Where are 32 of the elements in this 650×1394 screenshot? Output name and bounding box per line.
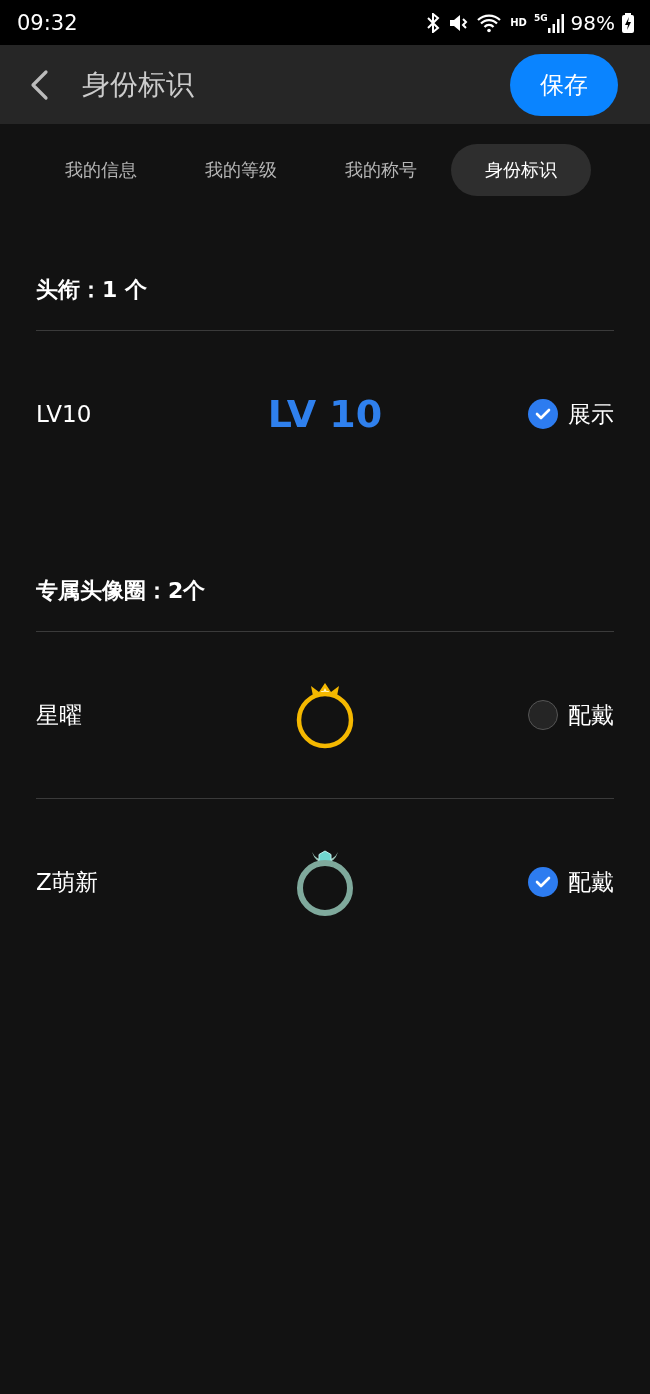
section-title: 头衔： [36,276,102,304]
tab[interactable]: 身份标识 [451,144,591,196]
section-count: 2个 [168,577,206,605]
option-label: 展示 [568,399,614,429]
item-name: 星曜 [36,700,82,730]
level-text: LV 10 [267,392,383,436]
tab[interactable]: 我的称号 [311,144,451,196]
option-label: 配戴 [568,867,614,897]
battery-charging-icon [622,12,634,33]
wear-option[interactable]: 展示 [528,398,614,430]
network-type: 5G [533,12,548,23]
wear-option[interactable]: 配戴 [528,699,614,731]
section-count: 1 个 [102,276,147,304]
save-button[interactable]: 保存 [510,53,618,116]
item-name: LV10 [36,401,92,427]
network-label: HD [510,17,527,28]
tab[interactable]: 我的信息 [31,144,171,196]
signal-icon [547,12,564,33]
section-title: 专属头像圈： [36,577,168,605]
bluetooth-icon [425,12,442,33]
clock: 09:32 [17,10,78,35]
option-label: 配戴 [568,700,614,730]
page-title: 身份标识 [82,66,195,103]
checkbox[interactable] [528,867,558,897]
tab[interactable]: 我的等级 [171,144,311,196]
wear-option[interactable]: 配戴 [528,866,614,898]
check-icon [535,408,551,420]
check-icon [535,876,551,888]
battery-percent: 98% [570,10,615,35]
item-name: Z萌新 [36,867,98,897]
checkbox[interactable] [528,399,558,429]
checkbox[interactable] [528,700,558,730]
